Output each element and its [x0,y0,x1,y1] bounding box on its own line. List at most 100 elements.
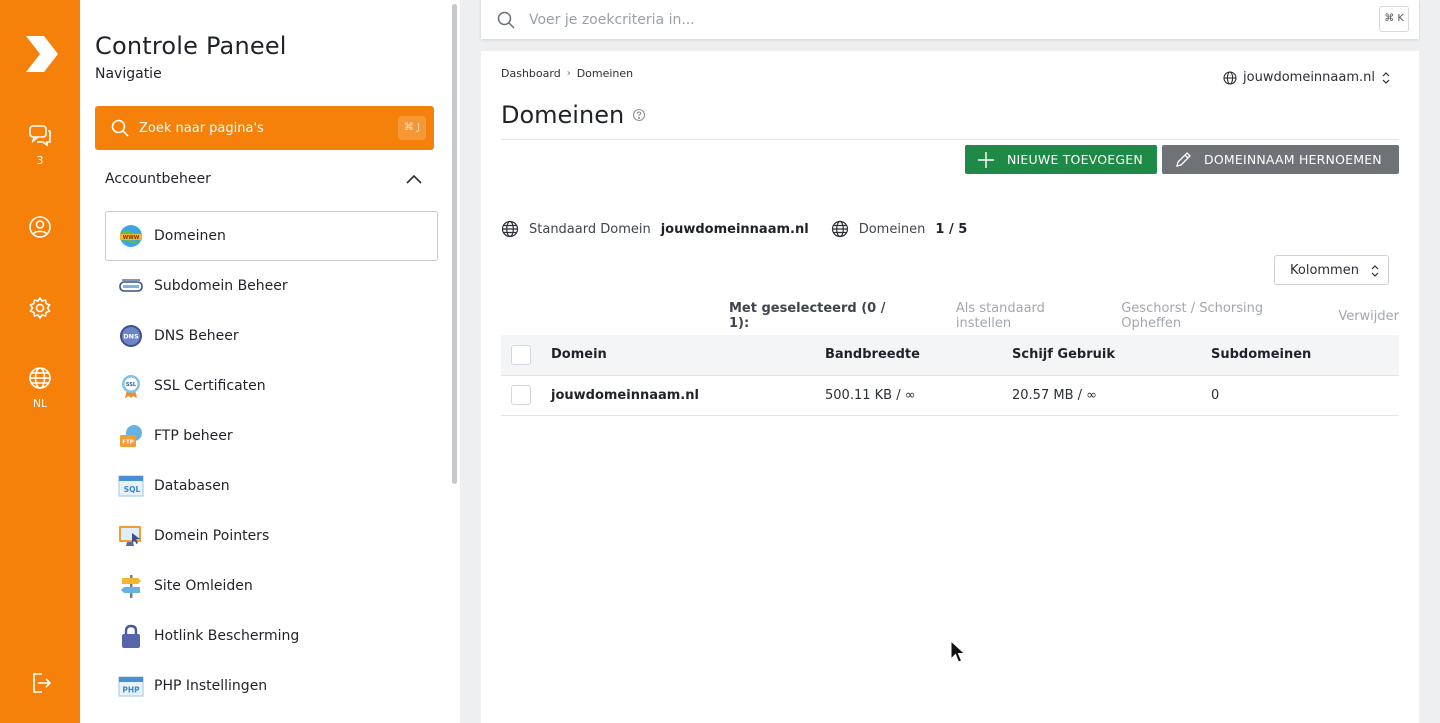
domains-count-value: 1 / 5 [935,221,968,237]
page-search-button[interactable]: Zoek naar pagina's ⌘ J [95,106,434,150]
rail-item-logout[interactable] [0,670,80,696]
page-search-placeholder: Zoek naar pagina's [139,120,264,136]
nav-item-label: PHP Instellingen [154,678,268,694]
column-header-subdomeinen[interactable]: Subdomeinen [1211,335,1399,376]
nav-item-ssl-certificaten[interactable]: SSL SSL Certificaten [105,361,438,411]
nav-item-label: SSL Certificaten [154,378,266,394]
nav-item-hotlink-bescherming[interactable]: Hotlink Bescherming [105,611,438,661]
globe-icon [831,220,848,238]
nav-menu: WWW Domeinen Subdomein Beheer DNS DNS Be… [105,211,438,711]
select-all-checkbox[interactable] [511,344,531,365]
page-title-text: Domeinen [501,101,625,129]
svg-text:SSL: SSL [126,382,137,388]
php-icon: PHP [118,676,144,697]
chat-icon [29,125,51,147]
nav-item-dns-beheer[interactable]: DNS DNS Beheer [105,311,438,361]
chevron-up-icon[interactable] [405,171,423,189]
column-header-bandbreedte[interactable]: Bandbreedte [825,335,1012,376]
bulk-selected-label: Met geselecteerd (0 / 1): [729,301,886,331]
nav-item-domein-pointers[interactable]: Domein Pointers [105,511,438,561]
nav-item-site-omleiden[interactable]: Site Omleiden [105,561,438,611]
section-accountbeheer[interactable]: Accountbeheer [105,171,423,189]
monitor-pointer-icon [119,526,141,546]
svg-text:WWW: WWW [123,235,140,241]
nav-item-subdomein-beheer[interactable]: Subdomein Beheer [105,261,438,311]
nav-item-label: Domein Pointers [154,528,270,544]
default-domain-value: jouwdomeinnaam.nl [660,221,809,237]
nav-item-label: Subdomein Beheer [154,278,288,294]
cell-domain[interactable]: jouwdomeinnaam.nl [551,375,825,416]
add-domain-label: NIEUWE TOEVOEGEN [1007,152,1143,167]
rail-item-settings[interactable] [0,295,80,321]
columns-select-label: Kolommen [1290,262,1359,278]
page-search-shortcut: ⌘ J [397,116,426,140]
rail-item-language[interactable]: NL [0,365,80,410]
nav-scrollbar[interactable] [452,4,457,484]
nav-item-label: FTP beheer [154,428,233,444]
global-search-input[interactable]: Voer je zoekcriteria in... [529,12,695,28]
column-header-domein[interactable]: Domein [551,335,825,376]
www-globe-icon: WWW [120,225,142,247]
nav-item-label: Databasen [154,478,230,494]
nav-item-domeinen[interactable]: WWW Domeinen [105,211,438,261]
nav-item-ftp-beheer[interactable]: FTP FTP beheer [105,411,438,461]
updown-chevron-icon [1382,71,1390,84]
column-header-schijf-gebruik[interactable]: Schijf Gebruik [1012,335,1211,376]
gear-icon [29,296,51,320]
main-card: Dashboard › Domeinen jouwdomeinnaam.nl D… [481,51,1419,723]
rename-domain-label: DOMEINNAAM HERNOEMEN [1204,152,1382,167]
logo-icon[interactable] [20,32,60,76]
add-domain-button[interactable]: NIEUWE TOEVOEGEN [965,145,1157,174]
bulk-set-default[interactable]: Als standaard instellen [956,301,1089,331]
nav-item-databasen[interactable]: SQL Databasen [105,461,438,511]
bulk-delete[interactable]: Verwijder [1338,309,1399,324]
rail-messages-count: 3 [36,154,44,167]
svg-text:FTP: FTP [122,440,134,446]
row-checkbox[interactable] [511,385,531,405]
user-icon [29,216,51,238]
section-label: Accountbeheer [105,171,211,187]
mouse-cursor-icon [950,640,966,663]
help-icon[interactable] [632,108,646,122]
svg-text:PHP: PHP [122,686,140,695]
globe-icon [29,367,51,389]
search-icon [497,11,515,29]
nav-item-label: Domeinen [154,228,226,244]
breadcrumb-dashboard[interactable]: Dashboard [501,67,561,80]
left-rail: 3 NL [0,0,80,723]
cell-disk-usage: 20.57 MB / ∞ [1012,375,1211,416]
dns-icon: DNS [120,325,142,347]
svg-text:SQL: SQL [124,485,141,494]
subdomain-icon [119,279,143,292]
cell-bandwidth: 500.11 KB / ∞ [825,375,1012,416]
page-title: Domeinen [501,101,646,129]
svg-text:DNS: DNS [123,333,139,341]
nav-subtitle: Navigatie [95,66,162,82]
domain-selector[interactable]: jouwdomeinnaam.nl [1223,70,1397,85]
sql-icon: SQL [118,475,144,497]
domains-table: Domein Bandbreedte Schijf Gebruik Subdom… [501,335,1399,416]
rail-item-account[interactable] [0,214,80,240]
nav-title: Controle Paneel [95,32,287,60]
rail-item-messages[interactable]: 3 [0,122,80,167]
table-row: jouwdomeinnaam.nl 500.11 KB / ∞ 20.57 MB… [501,375,1399,416]
cell-subdomains: 0 [1211,375,1399,416]
globe-icon [1223,70,1237,85]
search-icon [111,119,129,137]
bulk-suspend-toggle[interactable]: Geschorst / Schorsing Opheffen [1121,301,1306,331]
domains-count-label: Domeinen [858,221,926,237]
global-search-bar[interactable]: Voer je zoekcriteria in... ⌘ K [481,0,1419,39]
nav-item-label: DNS Beheer [154,328,239,344]
nav-item-php-instellingen[interactable]: PHP PHP Instellingen [105,661,438,711]
rail-language-label: NL [32,397,48,410]
updown-chevron-icon [1371,265,1379,277]
table-header-row: Domein Bandbreedte Schijf Gebruik Subdom… [501,335,1399,376]
title-divider [501,139,1399,140]
columns-select[interactable]: Kolommen [1274,255,1389,285]
padlock-icon [122,624,140,648]
ftp-folder-icon: FTP [120,425,142,447]
signpost-icon [121,575,141,598]
global-search-shortcut: ⌘ K [1379,6,1409,32]
rename-domain-button[interactable]: DOMEINNAAM HERNOEMEN [1162,145,1399,174]
logout-icon [33,673,52,693]
